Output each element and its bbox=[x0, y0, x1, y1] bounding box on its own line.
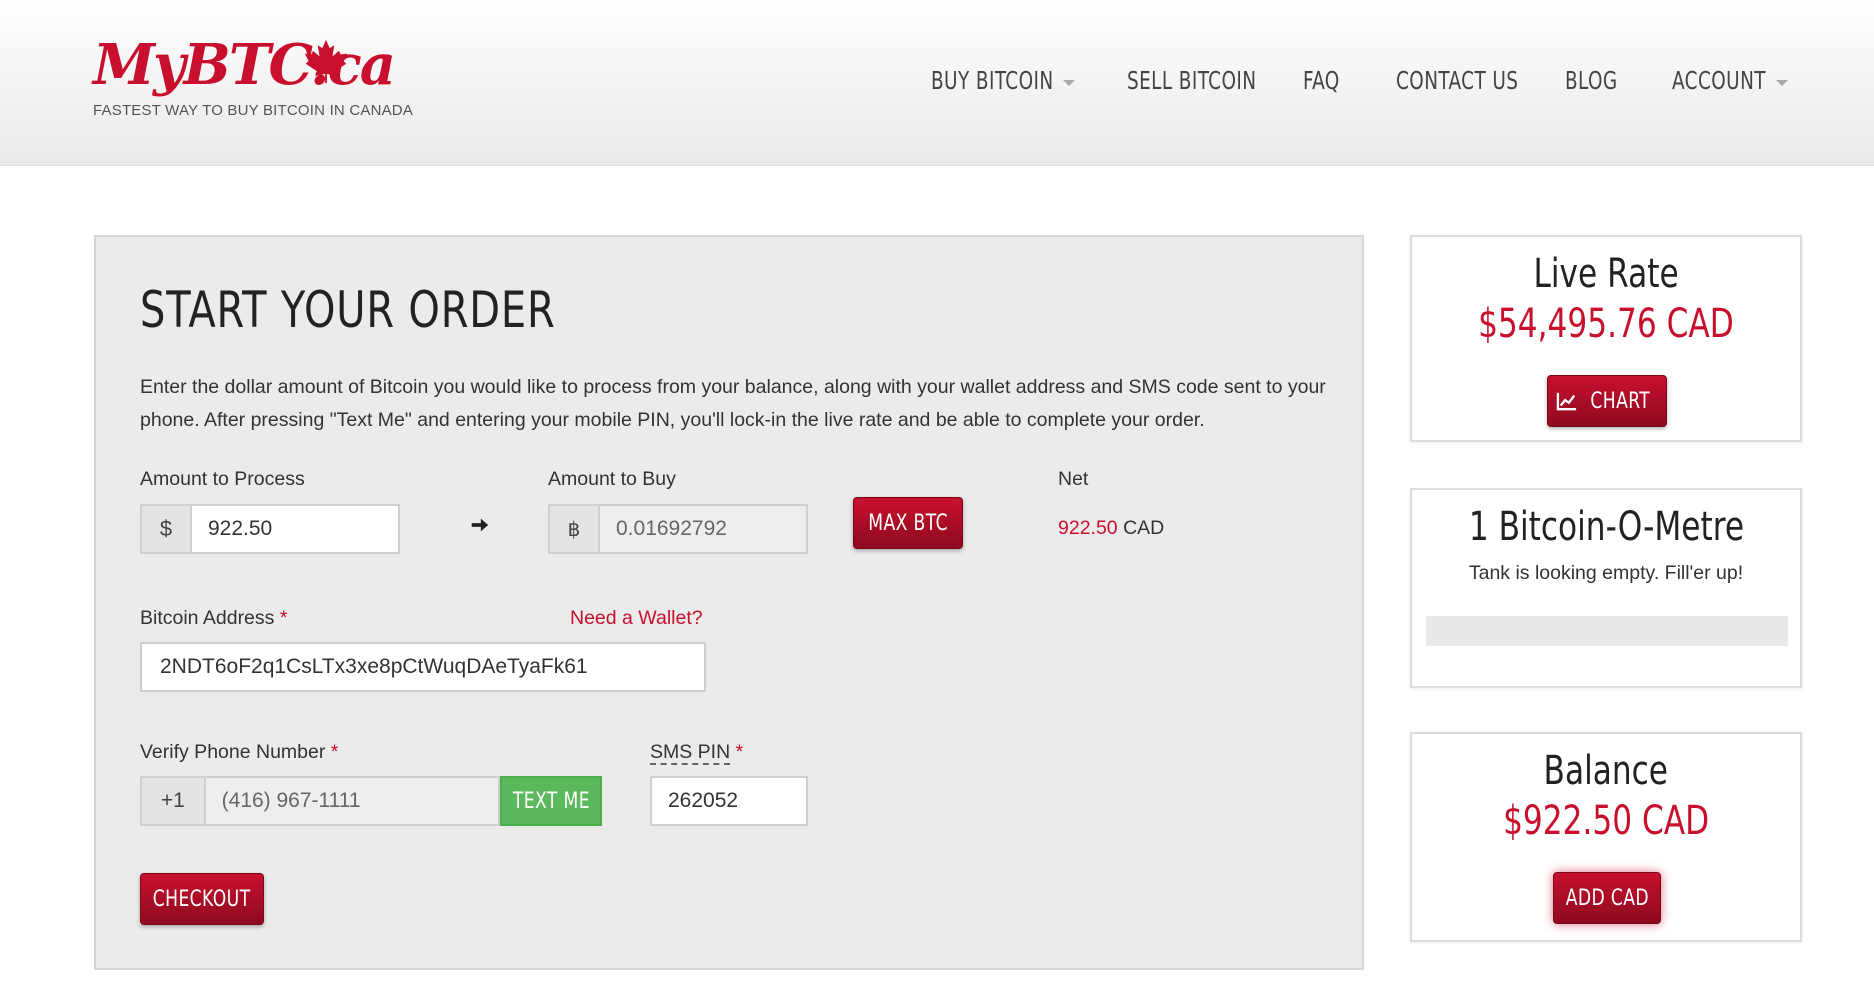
dollar-addon: $ bbox=[140, 504, 192, 554]
bitcoin-address-group: 2NDT6oF2q1CsLTx3xe8pCtWuqDAeTyaFk61 bbox=[140, 642, 706, 692]
checkout-button[interactable]: CHECKOUT bbox=[140, 873, 264, 925]
nav-account[interactable]: ACCOUNT bbox=[1672, 66, 1766, 95]
bitcoin-o-metre-card: 1 Bitcoin-O-Metre Tank is looking empty.… bbox=[1410, 488, 1802, 688]
order-description: Enter the dollar amount of Bitcoin you w… bbox=[140, 376, 1326, 431]
sms-pin-group: 262052 bbox=[650, 776, 808, 826]
sms-pin-input[interactable]: 262052 bbox=[650, 776, 808, 826]
net-currency: CAD bbox=[1123, 517, 1165, 539]
amount-process-label: Amount to Process bbox=[140, 468, 305, 490]
need-wallet-link[interactable]: Need a Wallet? bbox=[570, 607, 703, 630]
site-header: MyBTC.ca FASTEST WAY TO BUY BITCOIN IN C… bbox=[0, 0, 1874, 166]
country-code-addon: +1 bbox=[140, 776, 206, 826]
chart-button[interactable]: CHART bbox=[1547, 375, 1667, 427]
balance-amount: $922.50 CAD bbox=[1502, 798, 1710, 844]
site-logo[interactable]: MyBTC.ca bbox=[93, 34, 396, 104]
arrow-right-icon bbox=[471, 518, 489, 532]
live-rate-title: Live Rate bbox=[1533, 251, 1679, 297]
live-rate-price: $54,495.76 CAD bbox=[1478, 301, 1734, 347]
balance-title: Balance bbox=[1543, 748, 1669, 794]
net-label: Net bbox=[1058, 468, 1089, 490]
text-me-button[interactable]: TEXT ME bbox=[500, 776, 602, 826]
amount-buy-label: Amount to Buy bbox=[548, 468, 676, 490]
chevron-down-icon bbox=[1776, 80, 1788, 86]
nav-faq[interactable]: FAQ bbox=[1303, 66, 1340, 95]
chart-label: CHART bbox=[1590, 388, 1650, 414]
bitcoin-o-metre-message: Tank is looking empty. Fill'er up! bbox=[1468, 562, 1744, 584]
phone-input[interactable]: (416) 967-1111 bbox=[205, 776, 500, 826]
net-value: 922.50 CAD bbox=[1058, 517, 1164, 540]
nav-blog[interactable]: BLOG bbox=[1565, 66, 1618, 95]
checkout-label: CHECKOUT bbox=[153, 886, 251, 912]
max-btc-button[interactable]: MAX BTC bbox=[853, 497, 963, 549]
sms-pin-label: SMS PIN * bbox=[650, 741, 744, 765]
amount-process-group: $ 922.50 bbox=[140, 504, 400, 554]
bitcoin-o-metre-title: 1 Bitcoin-O-Metre bbox=[1468, 504, 1744, 550]
nav-contact-us[interactable]: CONTACT US bbox=[1396, 66, 1518, 95]
bitcoin-o-metre-bar bbox=[1426, 616, 1788, 646]
nav-sell-bitcoin[interactable]: SELL BITCOIN bbox=[1127, 66, 1256, 95]
phone-group: +1 (416) 967-1111 TEXT ME bbox=[140, 776, 602, 826]
add-cad-button[interactable]: ADD CAD bbox=[1553, 872, 1661, 924]
live-rate-card: Live Rate $54,495.76 CAD CHART bbox=[1410, 235, 1802, 442]
amount-process-input[interactable]: 922.50 bbox=[192, 504, 400, 554]
site-tagline: FASTEST WAY TO BUY BITCOIN IN CANADA bbox=[93, 102, 414, 119]
amount-buy-group: ฿ 0.01692792 bbox=[548, 504, 808, 554]
amount-buy-input[interactable]: 0.01692792 bbox=[600, 504, 808, 554]
phone-label: Verify Phone Number * bbox=[140, 741, 339, 763]
add-cad-label: ADD CAD bbox=[1565, 885, 1649, 911]
net-amount: 922.50 bbox=[1058, 517, 1118, 539]
bitcoin-address-input[interactable]: 2NDT6oF2q1CsLTx3xe8pCtWuqDAeTyaFk61 bbox=[140, 642, 706, 692]
max-btc-label: MAX BTC bbox=[868, 510, 948, 536]
order-title: START YOUR ORDER bbox=[140, 281, 556, 339]
chevron-down-icon bbox=[1063, 80, 1075, 86]
maple-leaf-icon bbox=[304, 39, 348, 84]
order-panel: START YOUR ORDER Enter the dollar amount… bbox=[94, 235, 1364, 970]
bitcoin-icon: ฿ bbox=[548, 504, 600, 554]
chart-icon bbox=[1556, 392, 1576, 411]
bitcoin-address-label: Bitcoin Address * bbox=[140, 607, 288, 629]
balance-card: Balance $922.50 CAD ADD CAD bbox=[1410, 732, 1802, 942]
nav-buy-bitcoin[interactable]: BUY BITCOIN bbox=[931, 66, 1054, 95]
text-me-label: TEXT ME bbox=[512, 788, 590, 814]
